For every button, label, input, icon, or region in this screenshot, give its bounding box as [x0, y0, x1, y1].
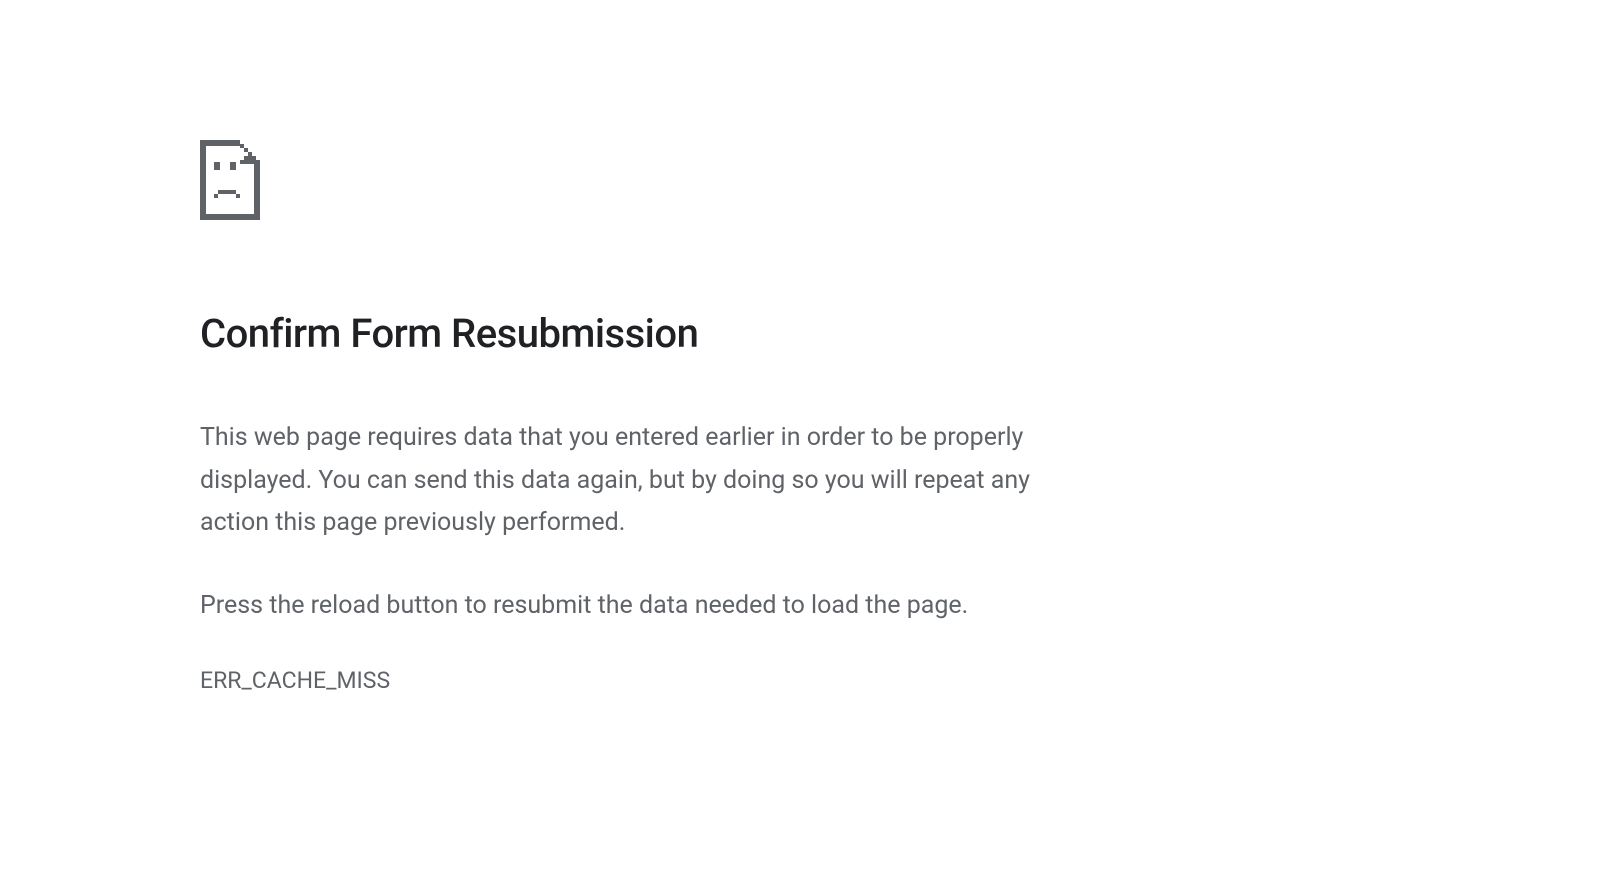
error-code: ERR_CACHE_MISS	[200, 667, 1100, 694]
message-paragraph-1: This web page requires data that you ent…	[200, 417, 1100, 545]
page-title: Confirm Form Resubmission	[200, 310, 1100, 357]
icon-row	[200, 140, 1100, 220]
sad-page-icon	[200, 140, 262, 220]
message-paragraph-2: Press the reload button to resubmit the …	[200, 585, 1100, 628]
error-page-container: Confirm Form Resubmission This web page …	[0, 0, 1100, 694]
